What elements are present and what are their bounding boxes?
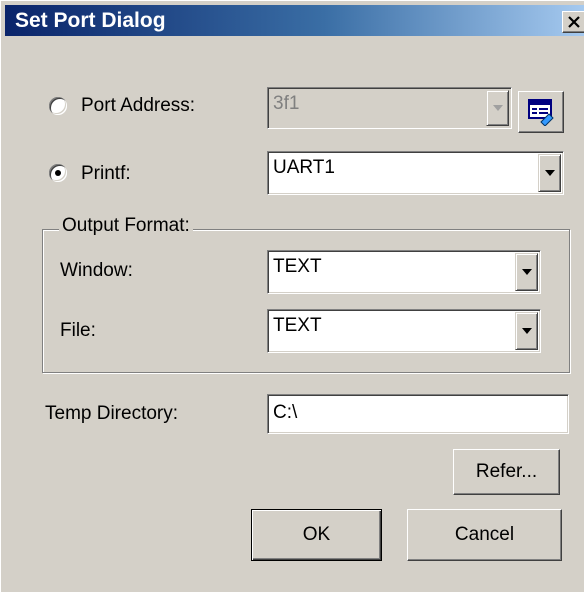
- window-format-value: TEXT: [273, 256, 322, 277]
- title-bar[interactable]: Set Port Dialog: [5, 5, 584, 36]
- port-browse-button[interactable]: [518, 91, 564, 133]
- set-port-dialog: Set Port Dialog Port Address: 3f1 Printf…: [0, 0, 584, 592]
- file-format-value: TEXT: [273, 315, 322, 336]
- port-address-value: 3f1: [273, 93, 300, 114]
- file-format-label: File:: [60, 320, 96, 341]
- file-format-combobox[interactable]: TEXT: [267, 309, 541, 353]
- window-format-combobox[interactable]: TEXT: [267, 250, 541, 294]
- chevron-down-icon: [522, 269, 532, 275]
- temp-directory-input[interactable]: C:\: [267, 394, 569, 434]
- close-icon: [568, 16, 580, 28]
- printf-dropdown-button[interactable]: [538, 154, 561, 192]
- dialog-title: Set Port Dialog: [15, 9, 166, 32]
- printf-combobox[interactable]: UART1: [267, 151, 564, 195]
- ok-button-label: OK: [302, 524, 331, 545]
- radio-selected-dot: [55, 170, 61, 176]
- temp-directory-label: Temp Directory:: [45, 403, 179, 424]
- close-button[interactable]: [562, 11, 584, 33]
- printf-label: Printf:: [81, 163, 131, 184]
- port-address-radio[interactable]: [49, 97, 67, 115]
- temp-directory-value: C:\: [273, 402, 298, 423]
- ok-button[interactable]: OK: [251, 509, 382, 561]
- window-format-dropdown-button[interactable]: [515, 253, 538, 291]
- chevron-down-icon: [522, 328, 532, 334]
- chevron-down-icon: [545, 170, 555, 176]
- port-address-dropdown-button: [486, 90, 509, 126]
- window-format-label: Window:: [60, 260, 133, 281]
- output-format-group-label: Output Format:: [59, 215, 193, 237]
- chevron-down-icon: [493, 105, 503, 111]
- cancel-button-label: Cancel: [454, 524, 515, 545]
- port-address-combobox: 3f1: [267, 87, 512, 129]
- port-address-label: Port Address:: [81, 95, 196, 116]
- refer-button-label: Refer...: [475, 461, 538, 482]
- cancel-button[interactable]: Cancel: [407, 509, 562, 561]
- printf-value: UART1: [273, 157, 335, 178]
- file-format-dropdown-button[interactable]: [515, 312, 538, 350]
- port-browse-icon: [528, 99, 554, 126]
- printf-radio[interactable]: [49, 164, 67, 182]
- refer-button[interactable]: Refer...: [453, 449, 560, 495]
